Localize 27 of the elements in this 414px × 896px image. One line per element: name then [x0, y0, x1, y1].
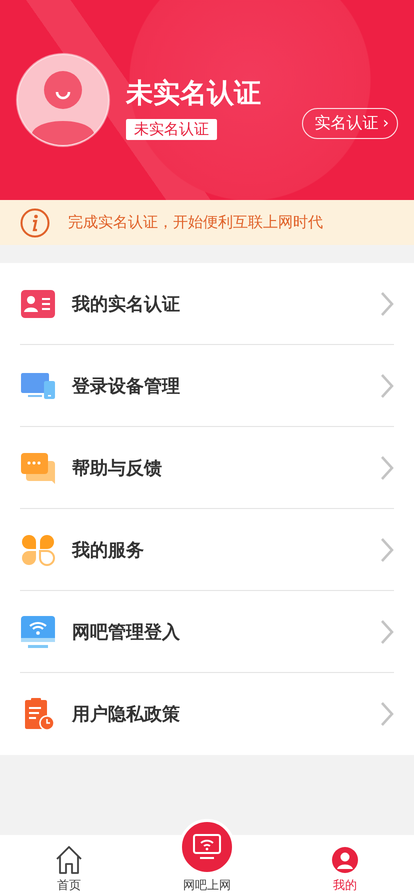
verify-button[interactable]: 实名认证 ›	[302, 108, 398, 138]
wifi-monitor-icon	[192, 833, 222, 861]
tab[interactable]: 首页	[0, 835, 138, 896]
menu-item[interactable]: 我的实名认证	[72, 292, 364, 316]
home-icon	[55, 845, 83, 875]
clover-icon	[20, 532, 56, 566]
menu-item[interactable]: 帮助与反馈	[72, 456, 364, 480]
chat-icon	[20, 450, 56, 484]
menu-item[interactable]: 网吧管理登入	[72, 620, 364, 644]
chevron-right-icon	[380, 536, 394, 562]
menu-item[interactable]: 用户隐私政策	[72, 702, 364, 726]
verification-status: 未实名认证	[126, 118, 217, 140]
avatar-icon	[16, 50, 110, 150]
menu-item[interactable]: 登录设备管理	[72, 374, 364, 398]
person-icon	[331, 845, 359, 875]
chevron-right-icon	[380, 618, 394, 644]
info-icon	[20, 208, 50, 238]
tab[interactable]: 网吧上网	[138, 819, 276, 896]
chevron-right-icon	[380, 454, 394, 480]
chevron-right-icon	[380, 290, 394, 316]
user-name: 未实名认证	[126, 76, 262, 110]
chevron-right-icon	[380, 372, 394, 398]
menu-item[interactable]: 我的服务	[72, 538, 364, 562]
notice-text: 完成实名认证，开始便利互联上网时代	[68, 213, 323, 232]
tab[interactable]: 我的	[276, 835, 414, 896]
chevron-right-icon	[380, 701, 394, 727]
wifi-monitor-icon	[20, 614, 56, 648]
